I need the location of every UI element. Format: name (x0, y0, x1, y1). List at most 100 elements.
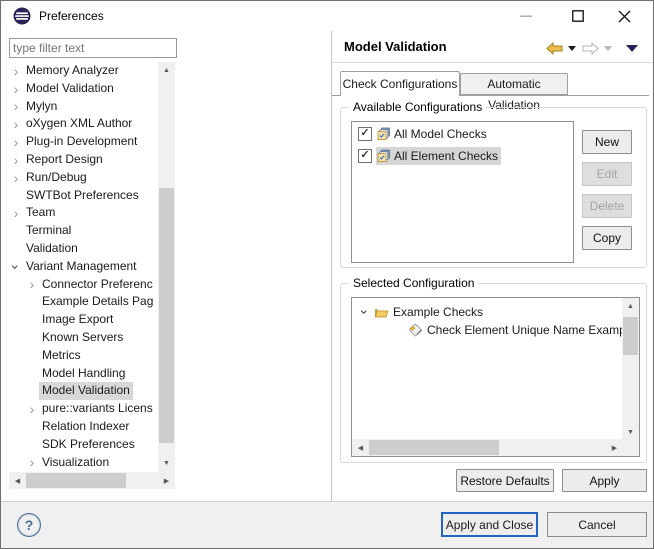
expander-icon[interactable]: › (25, 455, 39, 469)
sidebar-item-model-handling[interactable]: Model Handling (9, 365, 158, 383)
scroll-down-icon[interactable]: ▼ (158, 455, 175, 472)
scrollbar-thumb[interactable] (623, 317, 638, 355)
expander-icon[interactable]: › (9, 206, 23, 220)
restore-defaults-button[interactable]: Restore Defaults (456, 469, 554, 492)
sidebar-item-variant-management[interactable]: › Variant Management (9, 258, 158, 276)
sidebar-item-connector-preferenc[interactable]: › Connector Preferenc (9, 276, 158, 294)
available-configurations-list[interactable]: ✓ All Model Checks ✓ (351, 121, 574, 263)
copy-button[interactable]: Copy (582, 226, 632, 250)
expander-icon[interactable]: › (9, 82, 23, 96)
apply-button[interactable]: Apply (562, 469, 647, 492)
new-button[interactable]: New (582, 130, 632, 154)
expander-icon[interactable]: › (9, 260, 23, 274)
help-icon[interactable]: ? (17, 513, 41, 537)
scroll-right-icon[interactable]: ▶ (158, 472, 175, 489)
list-horizontal-scrollbar[interactable]: ◀ ▶ (352, 439, 623, 456)
list-vertical-scrollbar[interactable]: ▲ ▼ (622, 298, 639, 441)
expander-icon[interactable]: › (9, 171, 23, 185)
open-folder-icon (374, 306, 389, 319)
edit-button[interactable]: Edit (582, 162, 632, 186)
sidebar-item-label: Plug-in Development (23, 133, 140, 151)
configuration-label: All Model Checks (394, 127, 487, 141)
tab-automatic-validation[interactable]: Automatic Validation (460, 73, 568, 95)
scroll-up-icon[interactable]: ▲ (158, 62, 175, 79)
expander-icon[interactable]: › (358, 305, 372, 319)
sidebar-item-run-debug[interactable]: › Run/Debug (9, 169, 158, 187)
sidebar-item-memory-analyzer[interactable]: › Memory Analyzer (9, 62, 158, 80)
checkbox[interactable]: ✓ (358, 127, 372, 141)
sidebar-item-plug-in-development[interactable]: › Plug-in Development (9, 133, 158, 151)
sidebar-item-oxygen-xml-author[interactable]: › oXygen XML Author (9, 115, 158, 133)
sidebar-item-model-validation[interactable]: Model Validation (9, 382, 158, 400)
panel-divider[interactable] (331, 31, 332, 501)
apply-and-close-button[interactable]: Apply and Close (441, 512, 538, 537)
filter-input[interactable] (9, 38, 177, 58)
tree-vertical-scrollbar[interactable]: ▲ ▼ (158, 62, 175, 472)
tab-check-configurations[interactable]: Check Configurations (340, 71, 460, 96)
sidebar-item-label: Metrics (39, 347, 84, 365)
sidebar-item-visualization[interactable]: › Visualization (9, 454, 158, 472)
cancel-button[interactable]: Cancel (547, 512, 647, 537)
preferences-dialog: Preferences › Memory Analyzer › Model Va… (0, 0, 654, 549)
scrollbar-thumb[interactable] (26, 473, 126, 488)
sidebar-item-image-export[interactable]: Image Export (9, 311, 158, 329)
expander-icon[interactable]: › (9, 99, 23, 113)
expander-icon[interactable]: › (9, 153, 23, 167)
sidebar-item-label: SWTBot Preferences (23, 187, 142, 205)
expander-icon[interactable]: › (25, 277, 39, 291)
sidebar-item-label: Memory Analyzer (23, 62, 122, 80)
sidebar-item-team[interactable]: › Team (9, 204, 158, 222)
scrollbar-thumb[interactable] (159, 188, 174, 443)
configuration-label: All Element Checks (394, 149, 498, 163)
sidebar-item-label: Team (23, 204, 58, 222)
expander-icon[interactable]: › (9, 135, 23, 149)
tree-row[interactable]: › Example Checks (358, 303, 483, 321)
scroll-left-icon[interactable]: ◀ (352, 439, 369, 456)
sidebar-item-label: Relation Indexer (39, 418, 132, 436)
sidebar-item-label: Model Handling (39, 365, 128, 383)
sidebar-item-validation[interactable]: Validation (9, 240, 158, 258)
sidebar-item-sdk-preferences[interactable]: SDK Preferences (9, 436, 158, 454)
tree-row[interactable]: Check Element Unique Name Example (Featu… (408, 321, 640, 339)
sidebar-item-model-validation[interactable]: › Model Validation (9, 80, 158, 98)
tree-horizontal-scrollbar[interactable]: ◀ ▶ (9, 472, 175, 489)
sidebar-item-example-details-pag[interactable]: Example Details Pag (9, 293, 158, 311)
check-configuration-icon (377, 127, 391, 141)
sidebar-item-swtbot-preferences[interactable]: SWTBot Preferences (9, 187, 158, 205)
maximize-button[interactable] (561, 1, 595, 31)
sidebar-item-terminal[interactable]: Terminal (9, 222, 158, 240)
forward-history-caret-icon[interactable] (604, 46, 612, 51)
back-arrow-icon[interactable] (546, 42, 563, 55)
checkbox[interactable]: ✓ (358, 149, 372, 163)
sidebar-item-pure-variants-licens[interactable]: › pure::variants Licens (9, 400, 158, 418)
sidebar-item-known-servers[interactable]: Known Servers (9, 329, 158, 347)
maximize-square-icon (572, 10, 584, 22)
scroll-up-icon[interactable]: ▲ (622, 298, 639, 315)
selected-configuration-tree[interactable]: › Example Checks Check Element Unique Na… (351, 297, 640, 457)
selected-configuration-group: Selected Configuration › Example Checks … (340, 283, 647, 463)
view-menu-caret-icon[interactable] (626, 45, 638, 52)
configuration-item-all-element-checks[interactable]: ✓ All Element Checks (352, 146, 573, 166)
configuration-item-all-model-checks[interactable]: ✓ All Model Checks (352, 124, 573, 144)
scroll-right-icon[interactable]: ▶ (606, 439, 623, 456)
close-button[interactable] (607, 1, 641, 31)
sidebar-item-metrics[interactable]: Metrics (9, 347, 158, 365)
sidebar-item-label: Validation (23, 240, 81, 258)
tree-row-label: Check Element Unique Name Example (427, 323, 635, 337)
delete-button[interactable]: Delete (582, 194, 632, 218)
sidebar-item-label: Run/Debug (23, 169, 90, 187)
scroll-left-icon[interactable]: ◀ (9, 472, 26, 489)
sidebar-item-report-design[interactable]: › Report Design (9, 151, 158, 169)
sidebar-item-label: Model Validation (23, 80, 117, 98)
scrollbar-thumb[interactable] (369, 440, 499, 455)
sidebar-item-label: Connector Preferenc (39, 276, 156, 294)
expander-icon[interactable]: › (9, 64, 23, 78)
sidebar-item-relation-indexer[interactable]: Relation Indexer (9, 418, 158, 436)
expander-icon[interactable]: › (25, 402, 39, 416)
forward-arrow-icon[interactable] (582, 42, 599, 55)
sidebar-item-mylyn[interactable]: › Mylyn (9, 98, 158, 116)
sidebar-item-label: Terminal (23, 222, 74, 240)
expander-icon[interactable]: › (9, 117, 23, 131)
minimize-button[interactable] (509, 1, 543, 31)
back-history-caret-icon[interactable] (568, 46, 576, 51)
